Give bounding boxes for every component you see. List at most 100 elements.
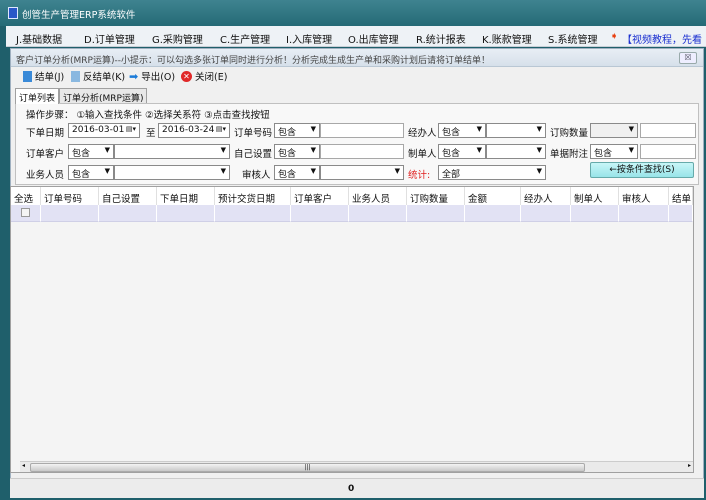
column-header-order-no[interactable]: 订单号码 xyxy=(41,187,99,205)
arrow-icon: ➧ xyxy=(610,31,619,42)
order-no-input[interactable] xyxy=(320,123,404,138)
close-order-button[interactable]: 结单(J) xyxy=(23,69,64,83)
chevron-down-icon: ▼ xyxy=(394,167,400,175)
tab-order-analysis[interactable]: 订单分析(MRP运算) xyxy=(59,88,148,104)
column-header-delivery-date[interactable]: 预计交货日期 xyxy=(215,187,291,205)
chevron-down-icon: ▼ xyxy=(310,146,316,154)
app-icon xyxy=(8,7,18,19)
scroll-left-icon[interactable]: ◂ xyxy=(22,462,25,469)
export-button[interactable]: ➡ 导出(O) xyxy=(129,69,175,84)
menu-inbound[interactable]: I.入库管理 xyxy=(286,31,332,46)
scroll-right-icon[interactable]: ▸ xyxy=(688,462,691,469)
document-icon xyxy=(71,70,80,82)
column-header-custom[interactable]: 自己设置 xyxy=(99,187,157,205)
custom-label: 自己设置 xyxy=(234,149,273,160)
menu-order[interactable]: D.订单管理 xyxy=(84,31,135,46)
chevron-down-icon: ▼ xyxy=(628,146,634,154)
filter-panel: 操作步骤： ①输入查找条件 ②选择关系符 ③点击查找按钮 下单日期 2016-0… xyxy=(15,103,699,185)
handler-operator[interactable]: 包含 ▼ xyxy=(438,123,486,138)
menu-accounts[interactable]: K.账款管理 xyxy=(482,31,532,46)
order-grid: 全选 订单号码 自己设置 下单日期 预计交货日期 订单客户 业务人员 订购数量 … xyxy=(10,186,694,473)
close-icon: ✕ xyxy=(181,70,192,82)
quantity-input[interactable] xyxy=(640,123,696,138)
salesman-label: 业务人员 xyxy=(26,170,65,181)
column-header-creator[interactable]: 制单人 xyxy=(571,187,619,205)
tab-order-list[interactable]: 订单列表 xyxy=(15,88,60,104)
reviewer-operator[interactable]: 包含 ▼ xyxy=(274,165,320,180)
arrow-right-icon: ➡ xyxy=(129,69,139,83)
chevron-down-icon: ▼ xyxy=(476,146,482,154)
chevron-down-icon: ▼ xyxy=(628,125,634,133)
menu-reports[interactable]: R.统计报表 xyxy=(416,31,466,46)
order-no-operator[interactable]: 包含 ▼ xyxy=(274,123,320,138)
stats-label: 统计: xyxy=(408,170,431,181)
creator-label: 制单人 xyxy=(408,149,437,160)
chevron-down-icon: ▼ xyxy=(104,146,110,154)
close-button[interactable]: ✕ 关闭(E) xyxy=(181,69,227,83)
column-header-quantity[interactable]: 订购数量 xyxy=(407,187,465,205)
salesman-operator[interactable]: 包含 ▼ xyxy=(68,165,114,180)
menu-production[interactable]: C.生产管理 xyxy=(220,31,270,46)
column-header-amount[interactable]: 金额 xyxy=(465,187,521,205)
calendar-dropdown-icon: ▤▾ xyxy=(125,125,136,133)
column-header-closed[interactable]: 结单 xyxy=(669,187,693,205)
reopen-order-button[interactable]: 反结单(K) xyxy=(71,69,125,83)
column-header-customer[interactable]: 订单客户 xyxy=(291,187,349,205)
row-select-cell[interactable] xyxy=(11,205,41,222)
salesman-select[interactable]: ▼ xyxy=(114,165,230,180)
remark-operator[interactable]: 包含 ▼ xyxy=(590,144,638,159)
chevron-down-icon: ▼ xyxy=(104,167,110,175)
column-header-handler[interactable]: 经办人 xyxy=(521,187,571,205)
to-label: 至 xyxy=(146,128,156,139)
order-date-label: 下单日期 xyxy=(26,128,65,139)
customer-select[interactable]: ▼ xyxy=(114,144,230,159)
date-to-picker[interactable]: 2016-03-24 ▤▾ xyxy=(158,123,230,138)
column-header-salesman[interactable]: 业务人员 xyxy=(349,187,407,205)
window-close-button[interactable]: ☒ xyxy=(679,52,697,64)
custom-operator[interactable]: 包含 ▼ xyxy=(274,144,320,159)
document-icon xyxy=(23,70,32,82)
reviewer-label: 审核人 xyxy=(242,170,271,181)
menu-system[interactable]: S.系统管理 xyxy=(548,31,598,46)
handler-select[interactable]: ▼ xyxy=(486,123,546,138)
chevron-down-icon: ▼ xyxy=(536,167,542,175)
chevron-down-icon: ▼ xyxy=(220,167,226,175)
scrollbar-thumb[interactable]: ||| xyxy=(30,463,585,472)
custom-input[interactable] xyxy=(320,144,404,159)
quantity-label: 订购数量 xyxy=(550,128,589,139)
customer-operator[interactable]: 包含 ▼ xyxy=(68,144,114,159)
horizontal-scrollbar[interactable]: ◂ ||| ▸ xyxy=(20,461,693,472)
remark-input[interactable] xyxy=(640,144,696,159)
window-title: 客户订单分析(MRP运算)--小提示：可以勾选多张订单同时进行分析！分析完成生成… xyxy=(16,56,490,66)
creator-select[interactable]: ▼ xyxy=(486,144,546,159)
handler-label: 经办人 xyxy=(408,128,437,139)
quantity-operator[interactable]: ▼ xyxy=(590,123,638,138)
record-count: 0 xyxy=(348,484,355,494)
customer-label: 订单客户 xyxy=(26,149,65,160)
column-header-order-date[interactable]: 下单日期 xyxy=(157,187,215,205)
chevron-down-icon: ▼ xyxy=(476,125,482,133)
menu-video-tutorial[interactable]: 【视频教程，先看 xyxy=(622,31,702,46)
search-button[interactable]: ←按条件查找(S) xyxy=(590,162,694,178)
column-header-reviewer[interactable]: 审核人 xyxy=(619,187,669,205)
status-bar: 0 xyxy=(10,478,704,498)
remark-label: 单据附注 xyxy=(550,149,589,160)
menu-purchase[interactable]: G.采购管理 xyxy=(152,31,203,46)
menu-outbound[interactable]: O.出库管理 xyxy=(348,31,399,46)
chevron-down-icon: ▼ xyxy=(220,146,226,154)
stats-select[interactable]: 全部 ▼ xyxy=(438,165,546,180)
app-title: 创管生产管理ERP系统软件 xyxy=(22,10,136,21)
date-from-picker[interactable]: 2016-03-01 ▤▾ xyxy=(68,123,140,138)
reviewer-select[interactable]: ▼ xyxy=(320,165,404,180)
creator-operator[interactable]: 包含 ▼ xyxy=(438,144,486,159)
calendar-dropdown-icon: ▤▾ xyxy=(215,125,226,133)
menu-basic-data[interactable]: J.基础数据 xyxy=(16,31,62,46)
chevron-down-icon: ▼ xyxy=(310,125,316,133)
menu-bar: J.基础数据 D.订单管理 G.采购管理 C.生产管理 I.入库管理 O.出库管… xyxy=(6,26,706,47)
title-bar: 创管生产管理ERP系统软件 xyxy=(0,0,706,26)
column-header-select-all[interactable]: 全选 xyxy=(11,187,41,205)
chevron-down-icon: ▼ xyxy=(310,167,316,175)
chevron-down-icon: ▼ xyxy=(536,125,542,133)
select-all-checkbox[interactable] xyxy=(21,208,30,217)
steps-hint: 操作步骤： ①输入查找条件 ②选择关系符 ③点击查找按钮 xyxy=(26,110,270,121)
